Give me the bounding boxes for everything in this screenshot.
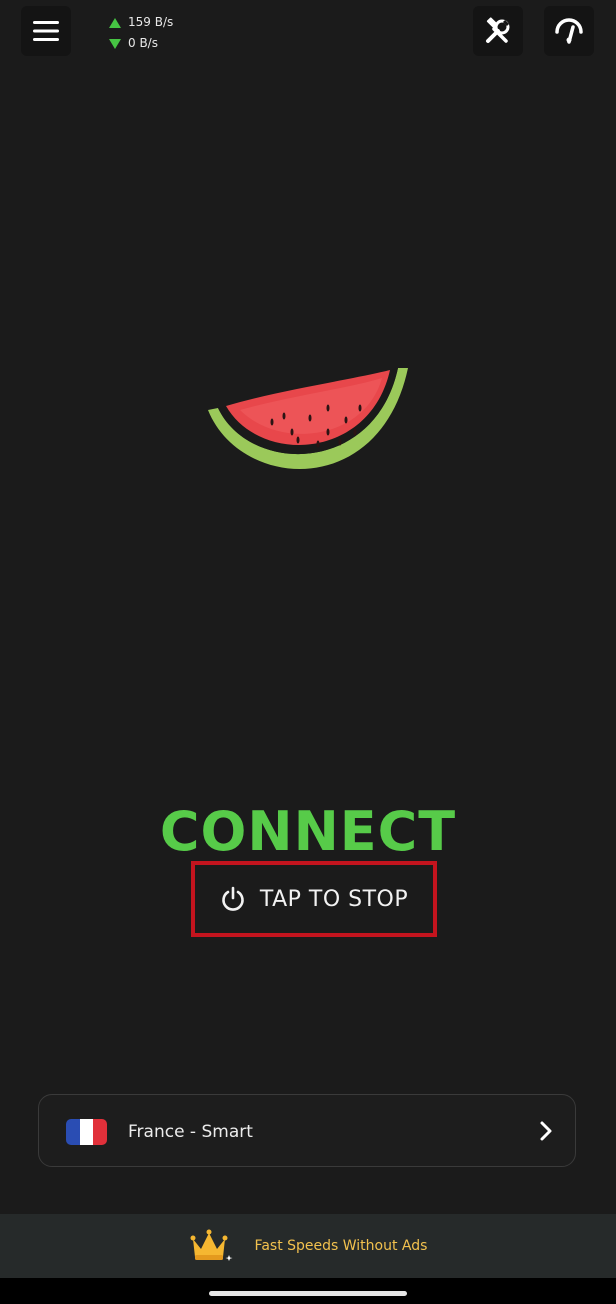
upload-speed-row: 159 B/s (109, 12, 173, 33)
tools-button[interactable] (473, 6, 523, 56)
tap-to-stop-label: TAP TO STOP (259, 886, 409, 912)
download-arrow-icon (109, 38, 121, 49)
chevron-right-icon (540, 1121, 552, 1141)
server-selector[interactable]: France - Smart (38, 1094, 576, 1167)
speedtest-button[interactable] (544, 6, 594, 56)
upload-speed-value: 159 B/s (128, 15, 174, 29)
france-flag-icon (66, 1119, 107, 1145)
power-icon (222, 886, 244, 911)
premium-promo-banner[interactable]: Fast Speeds Without Ads (0, 1214, 616, 1278)
crown-icon (190, 1229, 233, 1261)
download-speed-value: 0 B/s (128, 36, 158, 50)
download-speed-row: 0 B/s (109, 33, 173, 54)
tap-to-stop-button[interactable]: TAP TO STOP (191, 861, 437, 937)
home-indicator[interactable] (209, 1291, 407, 1296)
vpn-home-screen: 159 B/s 0 B/s CONNECT TAP TO STOP France… (0, 0, 616, 1304)
hamburger-menu-icon (33, 21, 59, 41)
promo-label: Fast Speeds Without Ads (254, 1238, 428, 1254)
tools-icon (486, 17, 510, 43)
menu-button[interactable] (21, 6, 71, 56)
upload-arrow-icon (109, 17, 121, 28)
connection-status-label: CONNECT (159, 800, 457, 863)
watermelon-logo (208, 368, 408, 469)
speed-stats: 159 B/s 0 B/s (109, 12, 173, 54)
server-label: France - Smart (128, 1122, 253, 1142)
speedometer-icon (555, 18, 583, 44)
